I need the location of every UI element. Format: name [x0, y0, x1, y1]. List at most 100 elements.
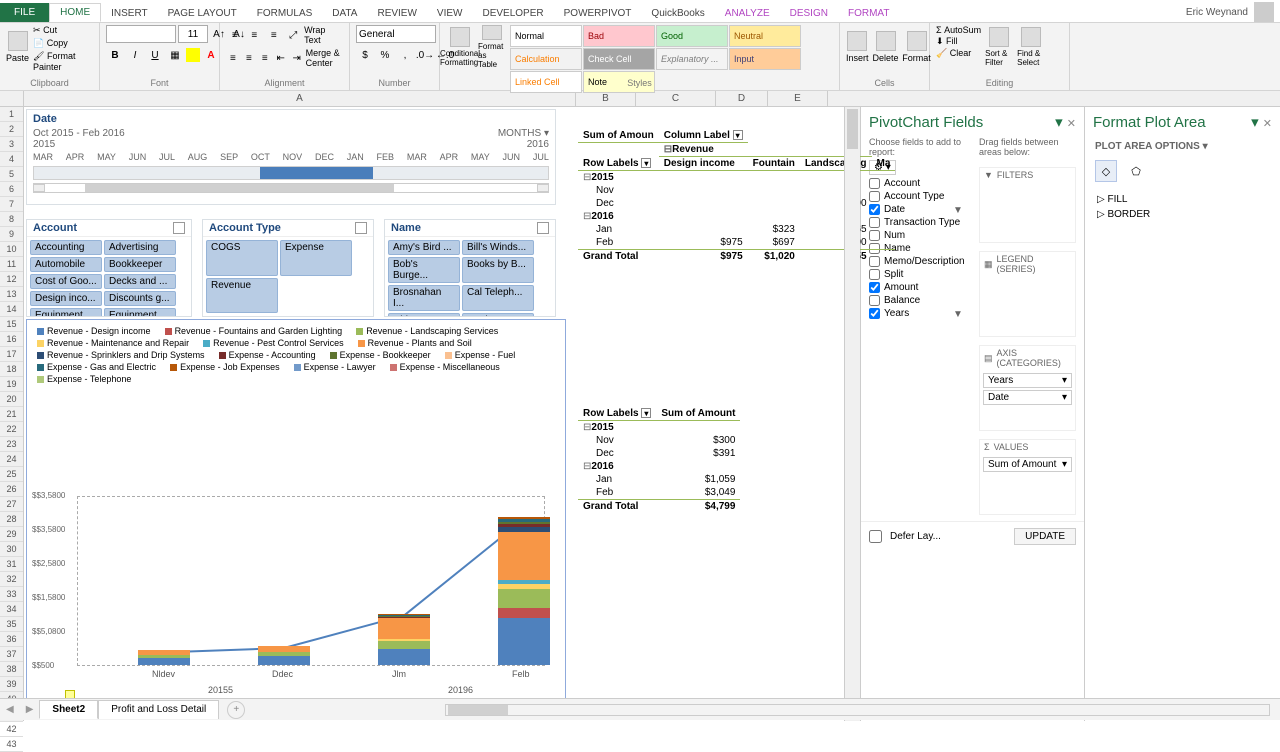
ribbon-tab-review[interactable]: REVIEW: [367, 5, 426, 22]
timeline-bar[interactable]: [33, 166, 549, 180]
field-row[interactable]: Amount: [869, 281, 963, 294]
horizontal-scrollbar[interactable]: [445, 704, 1270, 716]
sheet-tab[interactable]: Profit and Loss Detail: [98, 700, 219, 719]
row-header[interactable]: 30: [0, 542, 23, 557]
close-icon[interactable]: ✕: [1067, 118, 1076, 130]
row-header[interactable]: 18: [0, 362, 23, 377]
timeline-selection[interactable]: [260, 167, 373, 179]
row-header[interactable]: 33: [0, 587, 23, 602]
ribbon-tab-view[interactable]: VIEW: [427, 5, 473, 22]
bar-stack[interactable]: [378, 614, 430, 665]
style-cell[interactable]: Calculation: [510, 48, 582, 70]
row-header[interactable]: 36: [0, 632, 23, 647]
font-color-button[interactable]: A: [202, 46, 220, 64]
row-header[interactable]: 35: [0, 617, 23, 632]
pivot-chart[interactable]: Revenue - Design incomeRevenue - Fountai…: [26, 319, 566, 701]
ribbon-tab-home[interactable]: HOME: [49, 3, 101, 22]
table-row[interactable]: Jan$1,059: [578, 473, 740, 486]
row-header[interactable]: 14: [0, 302, 23, 317]
slicer-item[interactable]: Chin's Gas a...: [388, 313, 460, 316]
field-row[interactable]: Split: [869, 268, 963, 281]
name-slicer[interactable]: Name Amy's Bird ...Bill's Winds...Bob's …: [384, 219, 556, 317]
table-row[interactable]: Feb$3,049: [578, 486, 740, 500]
row-header[interactable]: 16: [0, 332, 23, 347]
border-section[interactable]: ▷ BORDER: [1097, 207, 1268, 222]
insert-cells-button[interactable]: Insert: [846, 25, 869, 69]
sheet-area[interactable]: Date Oct 2015 - Feb 2016 MONTHS ▾ 201520…: [24, 107, 844, 721]
border-button[interactable]: ▦: [166, 46, 184, 64]
slicer-item[interactable]: Equipment ...: [30, 308, 102, 316]
autosum-button[interactable]: Σ AutoSum: [936, 25, 981, 35]
delete-cells-button[interactable]: Delete: [873, 25, 899, 69]
timeline-scrollbar[interactable]: [33, 183, 549, 193]
slicer-item[interactable]: COGS: [206, 240, 278, 276]
row-header[interactable]: 6: [0, 182, 23, 197]
ribbon-tab-insert[interactable]: INSERT: [101, 5, 158, 22]
account-slicer[interactable]: Account AccountingAdvertisingAutomobileB…: [26, 219, 192, 317]
slicer-item[interactable]: Cal Teleph...: [462, 285, 534, 311]
clear-filter-icon[interactable]: [355, 222, 367, 234]
row-header[interactable]: 23: [0, 437, 23, 452]
conditional-formatting-button[interactable]: Conditional Formatting: [446, 25, 474, 69]
row-header[interactable]: 25: [0, 467, 23, 482]
slicer-item[interactable]: Expense: [280, 240, 352, 276]
slicer-item[interactable]: Advertising: [104, 240, 176, 255]
format-painter-button[interactable]: 🖌 Format Painter: [33, 51, 93, 72]
font-size-select[interactable]: [178, 25, 208, 43]
number-format-select[interactable]: [356, 25, 436, 43]
cut-button[interactable]: ✂ Cut: [33, 25, 93, 36]
table-row[interactable]: ⊟2015: [578, 421, 740, 435]
align-center-icon[interactable]: ≡: [242, 49, 256, 67]
field-row[interactable]: Balance: [869, 294, 963, 307]
column-header[interactable]: E: [768, 91, 828, 106]
align-mid-icon[interactable]: ≡: [246, 26, 264, 44]
row-header[interactable]: 43: [0, 737, 23, 752]
style-cell[interactable]: Normal: [510, 25, 582, 47]
row-header[interactable]: 19: [0, 377, 23, 392]
ribbon-tab-design[interactable]: DESIGN: [780, 5, 838, 22]
ribbon-tab-format[interactable]: FORMAT: [838, 5, 899, 22]
ribbon-tab-powerpivot[interactable]: POWERPIVOT: [554, 5, 642, 22]
row-header[interactable]: 9: [0, 227, 23, 242]
row-header[interactable]: 32: [0, 572, 23, 587]
row-header[interactable]: 37: [0, 647, 23, 662]
sheet-nav-prev-icon[interactable]: ◀: [0, 704, 20, 715]
ribbon-tab-developer[interactable]: DEVELOPER: [472, 5, 553, 22]
bold-button[interactable]: B: [106, 46, 124, 64]
slicer-item[interactable]: Decks and ...: [104, 274, 176, 289]
area-item[interactable]: Date▾: [983, 390, 1072, 405]
timeline-period[interactable]: MONTHS ▾: [498, 128, 549, 139]
row-header[interactable]: 42: [0, 722, 23, 737]
row-header[interactable]: 29: [0, 527, 23, 542]
row-header[interactable]: 22: [0, 422, 23, 437]
effects-icon[interactable]: ⬠: [1125, 160, 1147, 182]
slicer-item[interactable]: Automobile: [30, 257, 102, 272]
column-header[interactable]: C: [636, 91, 716, 106]
font-select[interactable]: [106, 25, 176, 43]
ribbon-tab-file[interactable]: FILE: [0, 3, 49, 22]
add-sheet-button[interactable]: +: [227, 701, 245, 719]
legend-area[interactable]: ▦ LEGEND (SERIES): [979, 251, 1076, 337]
row-header[interactable]: 20: [0, 392, 23, 407]
slicer-item[interactable]: Bill's Winds...: [462, 240, 534, 255]
area-item[interactable]: Years▾: [983, 373, 1072, 388]
user-avatar-icon[interactable]: [1254, 2, 1274, 22]
percent-icon[interactable]: %: [376, 46, 394, 64]
format-cells-button[interactable]: Format: [903, 25, 931, 69]
align-left-icon[interactable]: ≡: [226, 49, 240, 67]
column-header[interactable]: D: [716, 91, 768, 106]
merge-button[interactable]: Merge & Center: [306, 48, 353, 68]
inc-decimal-icon[interactable]: .0→: [416, 46, 434, 64]
style-cell[interactable]: Bad: [583, 25, 655, 47]
field-row[interactable]: Years▼: [869, 307, 963, 320]
row-header[interactable]: 26: [0, 482, 23, 497]
currency-icon[interactable]: $: [356, 46, 374, 64]
scroll-right-icon[interactable]: [537, 184, 549, 192]
clear-filter-icon[interactable]: [173, 222, 185, 234]
row-header[interactable]: 34: [0, 602, 23, 617]
slicer-item[interactable]: Cool Cars: [462, 313, 534, 316]
row-header[interactable]: 10: [0, 242, 23, 257]
style-cell[interactable]: Neutral: [729, 25, 801, 47]
clear-filter-icon[interactable]: [537, 222, 549, 234]
table-row[interactable]: Nov$300: [578, 434, 740, 447]
